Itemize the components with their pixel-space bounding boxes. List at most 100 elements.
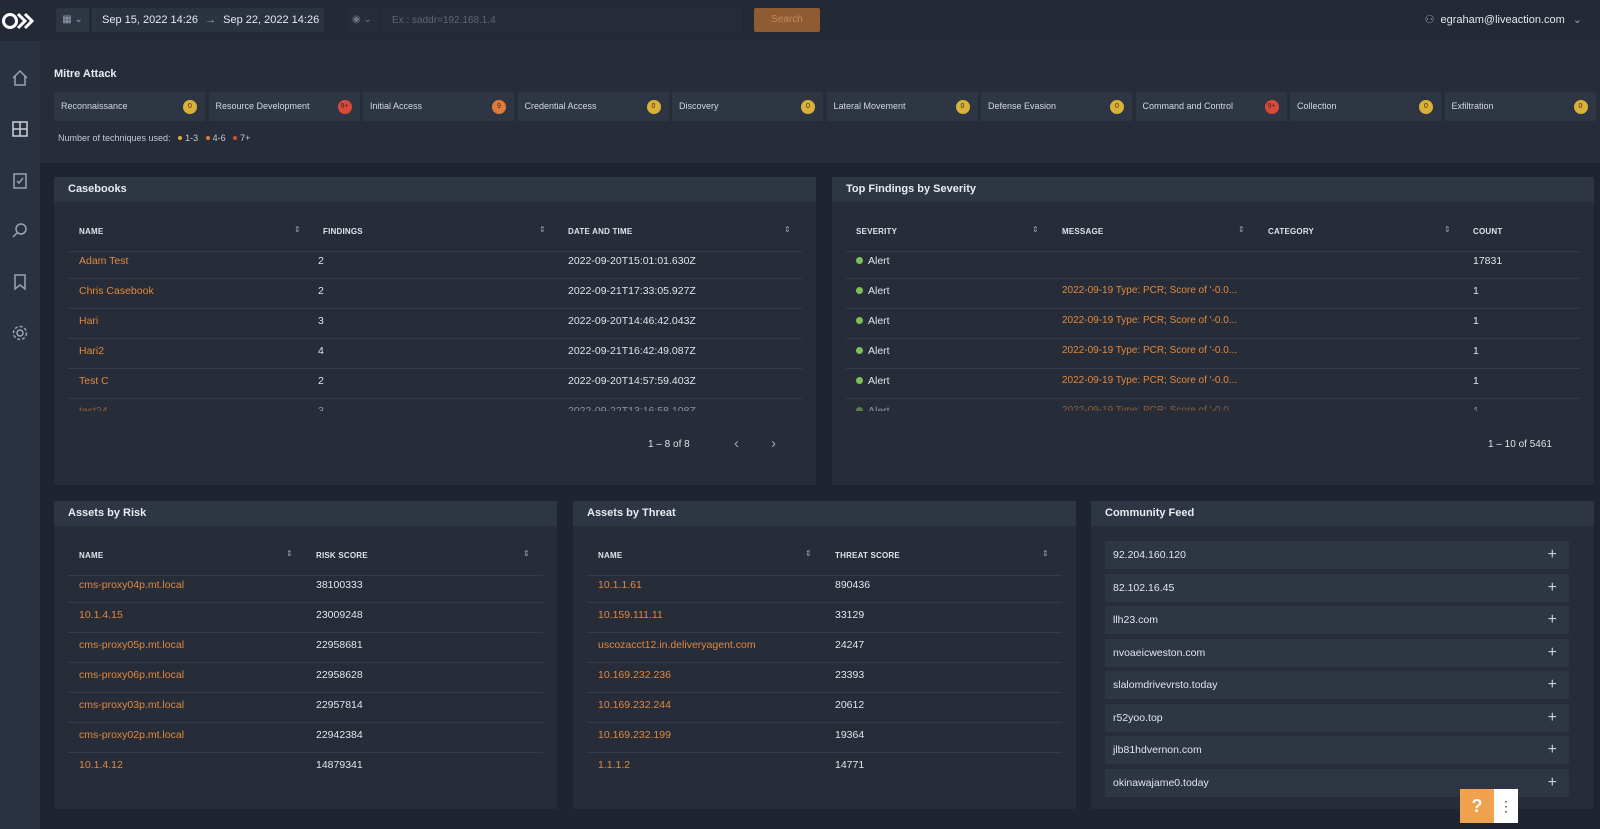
tactic-tile[interactable]: Resource Development 9+	[208, 92, 360, 121]
tactic-tile[interactable]: Command and Control 9+	[1135, 92, 1287, 121]
tactic-tile[interactable]: Credential Access 0	[517, 92, 669, 121]
plus-icon[interactable]: +	[1548, 671, 1557, 699]
finding-message-link[interactable]: 2022-09-19 Type: PCR; Score of '-0.0...	[1062, 345, 1237, 356]
sort-icon[interactable]: ⇕	[539, 225, 546, 234]
chevron-right-icon[interactable]: ›	[771, 435, 776, 452]
plus-icon[interactable]: +	[1548, 541, 1557, 569]
help-button[interactable]: ?	[1460, 789, 1494, 823]
column-header-severity[interactable]: SEVERITY	[856, 227, 897, 236]
asset-score: 19364	[835, 729, 865, 741]
sort-icon[interactable]: ⇕	[286, 549, 293, 558]
liveaction-logo[interactable]	[2, 10, 36, 32]
asset-name-link[interactable]: uscozacct12.in.deliveryagent.com	[598, 639, 756, 651]
home-icon[interactable]	[7, 65, 33, 91]
feed-item[interactable]: jlb81hdvernon.com +	[1105, 736, 1569, 764]
asset-name-link[interactable]: cms-proxy06p.mt.local	[79, 669, 184, 681]
feed-item[interactable]: 82.102.16.45 +	[1105, 573, 1569, 602]
feed-item[interactable]: llh23.com +	[1105, 606, 1569, 634]
top-bar: ▦ ⌄ Sep 15, 2022 14:26 → Sep 22, 2022 14…	[0, 0, 1600, 41]
feed-item[interactable]: slalomdrivevrsto.today +	[1105, 671, 1569, 699]
asset-name-link[interactable]: 10.169.232.244	[598, 699, 671, 711]
tactic-tile[interactable]: Reconnaissance 0	[54, 92, 205, 121]
dashboard-grid-icon[interactable]	[7, 116, 33, 142]
tactic-tile[interactable]: Initial Access 9	[363, 92, 514, 121]
tactic-tile[interactable]: Exfiltration 0	[1444, 92, 1596, 121]
tactic-tile[interactable]: Defense Evasion 0	[981, 92, 1132, 121]
tactic-tile[interactable]: Collection 0	[1290, 92, 1441, 121]
asset-name-link[interactable]: cms-proxy03p.mt.local	[79, 699, 184, 711]
column-header-category[interactable]: CATEGORY	[1268, 227, 1314, 236]
feed-item[interactable]: nvoaeicweston.com +	[1105, 638, 1569, 667]
column-header-risk-score[interactable]: RISK SCORE	[316, 551, 368, 560]
column-header-name[interactable]: NAME	[79, 227, 103, 236]
sort-icon[interactable]: ⇕	[1444, 225, 1451, 234]
severity-dot-icon	[856, 377, 863, 384]
search-icon[interactable]	[7, 218, 33, 244]
feed-item[interactable]: r52yoo.top +	[1105, 703, 1569, 732]
asset-score: 22958681	[316, 639, 363, 651]
tactic-tile[interactable]: Discovery 0	[672, 92, 823, 121]
asset-name-link[interactable]: 1.1.1.2	[598, 759, 630, 771]
plus-icon[interactable]: +	[1548, 574, 1557, 602]
finding-message-link[interactable]: 2022-09-19 Type: PCR; Score of '-0.0...	[1062, 405, 1237, 411]
row-divider	[68, 662, 543, 663]
plus-icon[interactable]: +	[1548, 704, 1557, 732]
sort-icon[interactable]: ⇕	[1032, 225, 1039, 234]
casebook-name-link[interactable]: Test C	[79, 375, 109, 387]
asset-score: 24247	[835, 639, 865, 651]
search-input[interactable]	[382, 8, 742, 32]
casebook-name-link[interactable]: test24	[79, 405, 108, 411]
feed-item-label: nvoaeicweston.com	[1113, 646, 1206, 659]
asset-name-link[interactable]: cms-proxy02p.mt.local	[79, 729, 184, 741]
asset-name-link[interactable]: 10.1.4.12	[79, 759, 123, 771]
asset-name-link[interactable]: cms-proxy04p.mt.local	[79, 579, 184, 591]
bookmark-icon[interactable]	[7, 269, 33, 295]
feed-item-label: jlb81hdvernon.com	[1113, 744, 1202, 756]
user-menu[interactable]: ⚇ egraham@liveaction.com ⌄	[1425, 13, 1582, 26]
column-header-count[interactable]: COUNT	[1473, 227, 1502, 236]
sort-icon[interactable]: ⇕	[1238, 225, 1245, 234]
asset-score: 23393	[835, 669, 865, 681]
query-help-icon[interactable]: ◉ ⌄	[347, 8, 377, 32]
column-header-threat-score[interactable]: THREAT SCORE	[835, 551, 900, 560]
feed-item[interactable]: 92.204.160.120 +	[1105, 541, 1569, 569]
finding-message-link[interactable]: 2022-09-19 Type: PCR; Score of '-0.0...	[1062, 375, 1237, 386]
severity-cell: Alert	[856, 255, 890, 267]
asset-name-link[interactable]: 10.1.4.15	[79, 609, 123, 621]
plus-icon[interactable]: +	[1548, 736, 1557, 764]
casebook-name-link[interactable]: Chris Casebook	[79, 285, 154, 297]
calendar-dropdown-button[interactable]: ▦ ⌄	[56, 8, 89, 32]
gear-icon[interactable]	[7, 320, 33, 346]
column-header-name[interactable]: NAME	[598, 551, 622, 560]
asset-name-link[interactable]: 10.159.111.11	[598, 609, 663, 621]
sort-icon[interactable]: ⇕	[784, 225, 791, 234]
search-button[interactable]: Search	[754, 8, 820, 32]
plus-icon[interactable]: +	[1548, 606, 1557, 634]
column-header-name[interactable]: NAME	[79, 551, 103, 560]
column-header-findings[interactable]: FINDINGS	[323, 227, 363, 236]
clipboard-check-icon[interactable]	[7, 167, 33, 193]
sort-icon[interactable]: ⇕	[294, 225, 301, 234]
asset-name-link[interactable]: cms-proxy05p.mt.local	[79, 639, 184, 651]
casebook-name-link[interactable]: Hari	[79, 315, 98, 327]
sort-icon[interactable]: ⇕	[805, 549, 812, 558]
row-divider	[68, 308, 802, 309]
finding-message-link[interactable]: 2022-09-19 Type: PCR; Score of '-0.0...	[1062, 315, 1237, 326]
casebook-name-link[interactable]: Adam Test	[79, 255, 128, 267]
asset-name-link[interactable]: 10.169.232.236	[598, 669, 671, 681]
sort-icon[interactable]: ⇕	[1042, 549, 1049, 558]
sort-icon[interactable]: ⇕	[523, 549, 530, 558]
date-range-picker[interactable]: Sep 15, 2022 14:26 → Sep 22, 2022 14:26	[92, 8, 324, 32]
plus-icon[interactable]: +	[1548, 639, 1557, 667]
more-options-icon[interactable]: ⋮	[1494, 789, 1518, 823]
casebook-name-link[interactable]: Hari2	[79, 345, 104, 357]
tactic-tile[interactable]: Lateral Movement 0	[826, 92, 978, 121]
chevron-left-icon[interactable]: ‹	[734, 435, 739, 452]
range-arrow-icon: →	[205, 14, 217, 26]
asset-name-link[interactable]: 10.169.232.199	[598, 729, 671, 741]
plus-icon[interactable]: +	[1548, 769, 1557, 797]
asset-name-link[interactable]: 10.1.1.61	[598, 579, 642, 591]
column-header-date[interactable]: DATE AND TIME	[568, 227, 632, 236]
column-header-message[interactable]: MESSAGE	[1062, 227, 1103, 236]
finding-message-link[interactable]: 2022-09-19 Type: PCR; Score of '-0.0...	[1062, 285, 1237, 296]
